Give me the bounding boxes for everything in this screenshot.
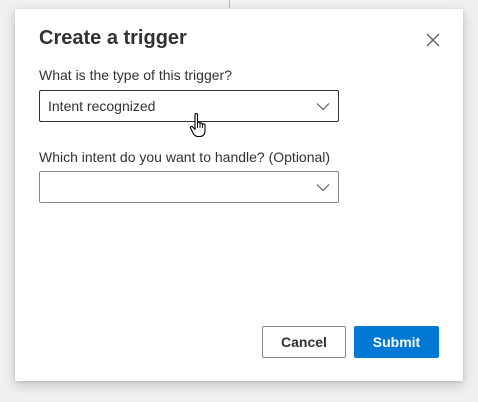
chevron-down-icon	[316, 103, 330, 111]
trigger-type-value: Intent recognized	[48, 98, 156, 114]
close-icon	[426, 33, 440, 47]
submit-button[interactable]: Submit	[354, 326, 439, 358]
dialog-title: Create a trigger	[39, 27, 187, 49]
create-trigger-dialog: Create a trigger What is the type of thi…	[15, 9, 463, 381]
backdrop-divider	[229, 0, 230, 8]
trigger-type-label: What is the type of this trigger?	[39, 67, 232, 83]
intent-dropdown[interactable]	[39, 171, 339, 203]
trigger-type-dropdown[interactable]: Intent recognized	[39, 90, 339, 122]
cancel-button[interactable]: Cancel	[262, 326, 346, 358]
close-button[interactable]	[421, 28, 445, 52]
chevron-down-icon	[316, 184, 330, 192]
intent-label: Which intent do you want to handle? (Opt…	[39, 149, 331, 165]
